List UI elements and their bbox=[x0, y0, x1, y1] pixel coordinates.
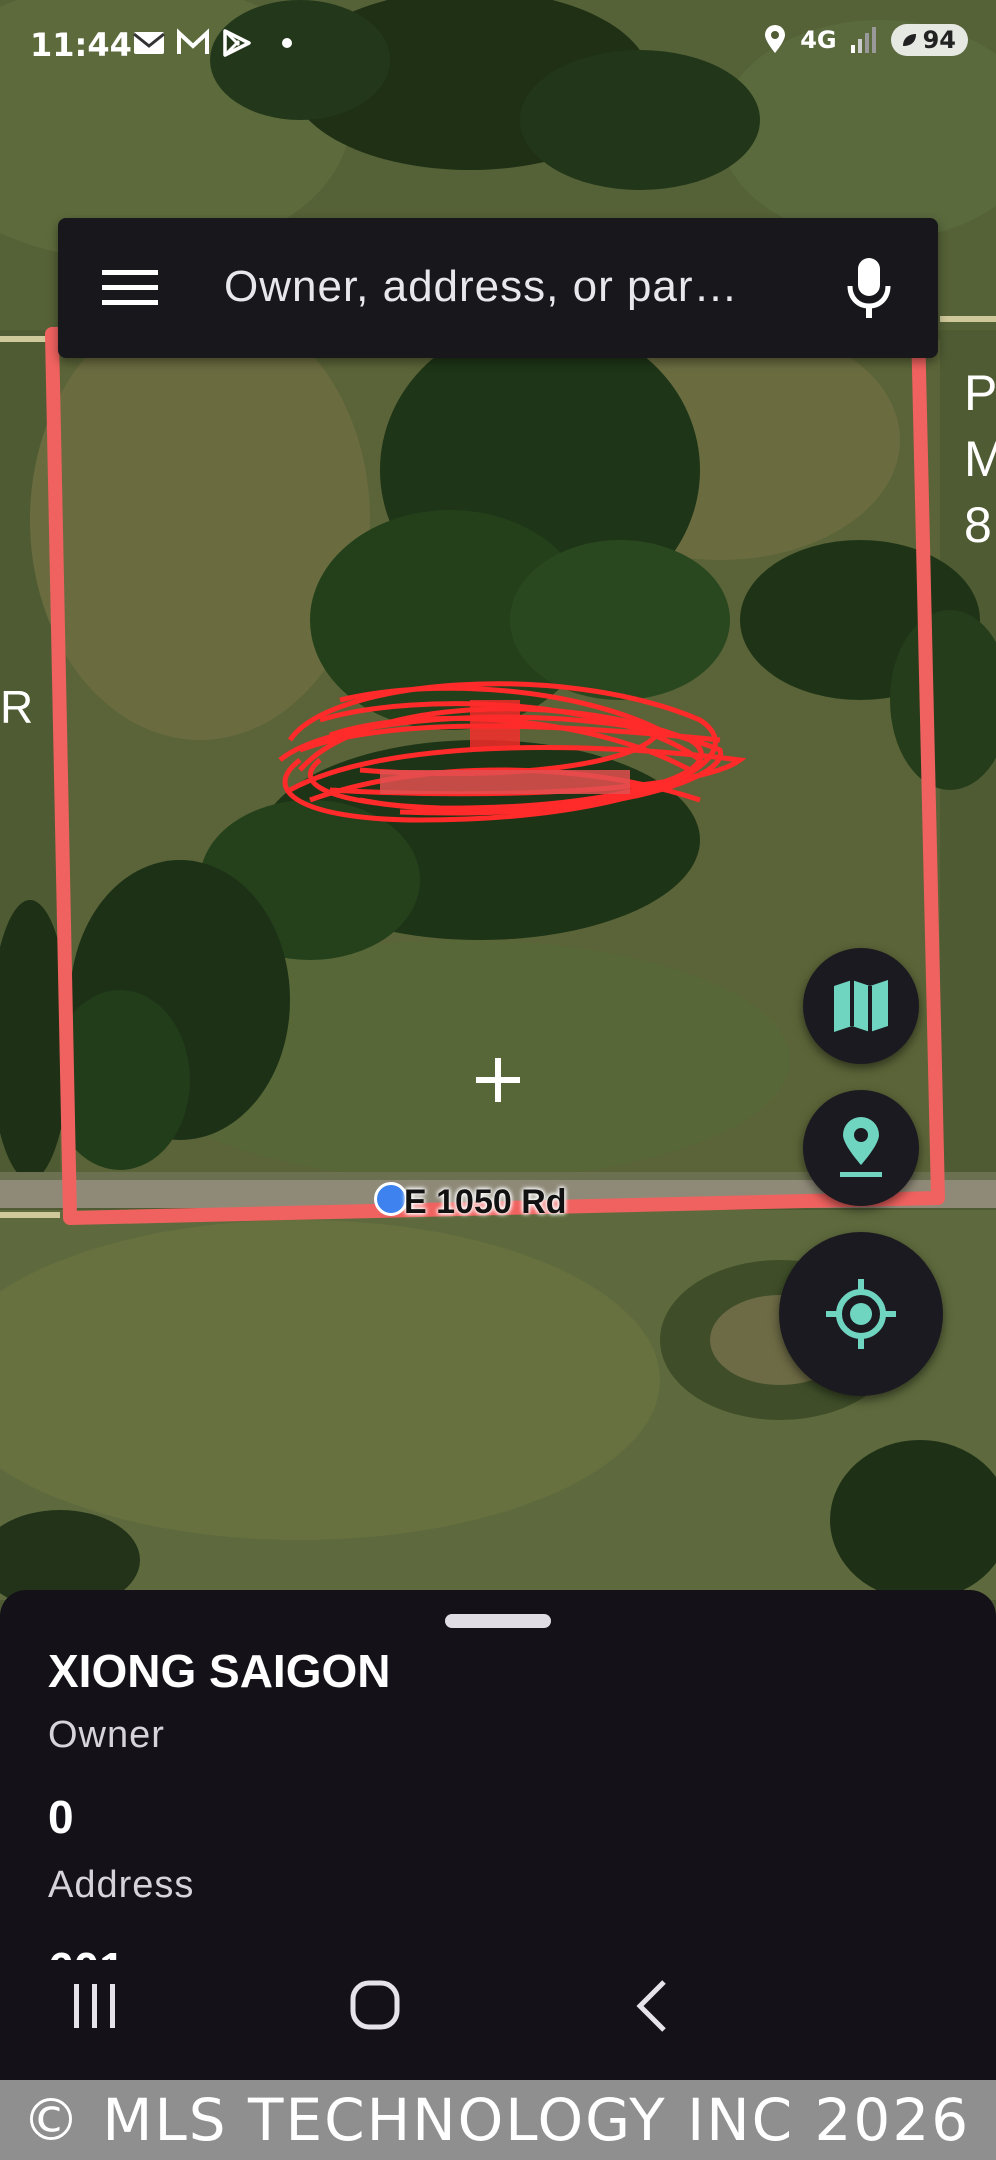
drop-pin-button[interactable] bbox=[803, 1090, 919, 1206]
battery-icon: 94 bbox=[890, 24, 968, 56]
recent-apps-icon[interactable] bbox=[70, 1982, 120, 2030]
location-icon bbox=[765, 25, 786, 53]
status-time: 11:44 bbox=[30, 26, 132, 64]
gmail-icon bbox=[133, 32, 165, 54]
owner-label: Owner bbox=[48, 1714, 165, 1756]
watermark-bar: © MLS TECHNOLOGY INC 2026 bbox=[0, 2080, 996, 2160]
m-app-icon bbox=[177, 28, 209, 54]
battery-level: 94 bbox=[922, 26, 956, 54]
owner-name: XIONG SAIGON bbox=[48, 1645, 391, 1697]
map-center-crosshair bbox=[476, 1058, 520, 1102]
map-layers-icon bbox=[834, 980, 888, 1032]
hamburger-menu-icon[interactable] bbox=[102, 268, 158, 308]
system-nav-bar bbox=[0, 1960, 996, 2080]
address-label: Address bbox=[48, 1864, 195, 1906]
current-location-dot bbox=[374, 1182, 408, 1216]
search-input[interactable]: Owner, address, or par… bbox=[224, 262, 739, 312]
notification-dot bbox=[282, 38, 292, 48]
microphone-icon[interactable] bbox=[844, 256, 894, 320]
play-store-icon bbox=[223, 29, 251, 57]
network-type: 4G bbox=[800, 26, 837, 54]
my-location-icon bbox=[826, 1279, 896, 1349]
map-edge-label-left: R bbox=[0, 681, 34, 733]
home-icon[interactable] bbox=[350, 1980, 400, 2030]
watermark-text: © MLS TECHNOLOGY INC 2026 bbox=[22, 2086, 971, 2154]
signal-icon bbox=[850, 27, 876, 53]
status-bar: 11:44 4G 94 bbox=[0, 0, 996, 95]
search-bar[interactable]: Owner, address, or par… bbox=[58, 218, 938, 358]
road-label: E 1050 Rd bbox=[404, 1183, 567, 1221]
sheet-drag-handle[interactable] bbox=[445, 1614, 551, 1628]
address-value: 0 bbox=[48, 1791, 74, 1843]
map-layers-button[interactable] bbox=[803, 948, 919, 1064]
my-location-button[interactable] bbox=[779, 1232, 943, 1396]
parcel-details-sheet[interactable]: XIONG SAIGON Owner 0 Address 601 bbox=[0, 1590, 996, 1970]
back-icon[interactable] bbox=[632, 1978, 672, 2034]
drop-pin-icon bbox=[840, 1117, 882, 1177]
map-edge-label-right: PM8 bbox=[964, 365, 996, 553]
